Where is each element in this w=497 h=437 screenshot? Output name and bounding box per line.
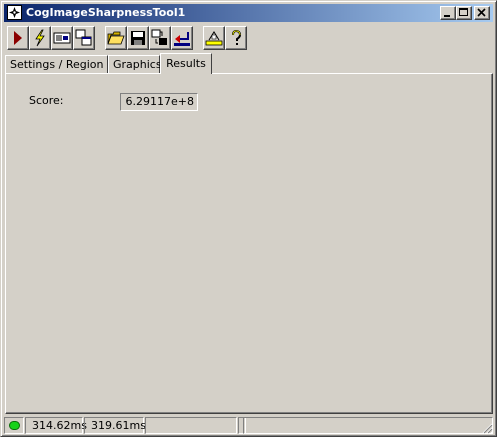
status-bar: 314.62ms 319.61ms xyxy=(4,417,493,434)
run-status-cell xyxy=(4,417,24,434)
results-panel: Score: 6.29117e+8 xyxy=(5,73,493,414)
open-button[interactable] xyxy=(105,26,127,50)
minimize-button[interactable] xyxy=(440,6,456,20)
question-mark-icon xyxy=(232,29,242,45)
status-cell-empty-3 xyxy=(243,417,493,434)
resize-grip-icon[interactable] xyxy=(481,422,493,434)
tab-strip: Settings / Region Graphics Results xyxy=(5,53,493,74)
title-bar[interactable]: CogImageSharpnessTool1 xyxy=(4,4,493,22)
status-cell-empty-1 xyxy=(145,417,237,434)
tab-graphics[interactable]: Graphics xyxy=(108,55,162,73)
run-status-led-icon xyxy=(9,421,20,430)
terminal-icon xyxy=(53,32,71,44)
app-icon[interactable] xyxy=(7,5,22,20)
reset-arrow-icon xyxy=(174,32,190,46)
score-value: 6.29117e+8 xyxy=(120,93,198,111)
close-button[interactable] xyxy=(474,6,490,20)
tool-window: CogImageSharpnessTool1 Settings / Region… xyxy=(0,0,497,437)
data-transfer-button[interactable] xyxy=(149,26,171,50)
maximize-button[interactable] xyxy=(456,6,472,20)
tab-settings-region[interactable]: Settings / Region xyxy=(5,55,108,73)
last-run-time: 314.62ms xyxy=(25,417,87,434)
reset-button[interactable] xyxy=(171,26,193,50)
help-button[interactable] xyxy=(225,26,247,50)
run-button[interactable] xyxy=(7,26,29,50)
show-terminal-button[interactable] xyxy=(51,26,73,50)
floppy-disk-icon xyxy=(131,31,145,45)
folder-open-icon xyxy=(107,31,125,45)
lightning-icon xyxy=(35,29,45,47)
run-triangle-icon xyxy=(14,31,22,45)
window-swap-icon xyxy=(75,29,92,46)
maximize-icon xyxy=(459,8,468,16)
window-title: CogImageSharpnessTool1 xyxy=(26,6,186,19)
score-label: Score: xyxy=(29,94,64,107)
save-button[interactable] xyxy=(127,26,149,50)
minimize-icon xyxy=(444,15,450,17)
total-run-time: 319.61ms xyxy=(84,417,146,434)
display-button[interactable] xyxy=(203,26,225,50)
display-icon xyxy=(205,31,223,46)
close-icon xyxy=(477,8,486,17)
toolbar xyxy=(4,26,493,50)
tab-results[interactable]: Results xyxy=(160,53,212,74)
electric-run-button[interactable] xyxy=(29,26,51,50)
toggle-view-button[interactable] xyxy=(73,26,95,50)
data-transfer-icon xyxy=(151,29,167,45)
